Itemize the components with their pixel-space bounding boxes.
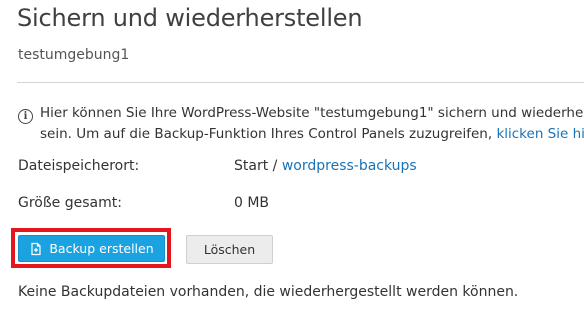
delete-button[interactable]: Löschen: [186, 235, 273, 264]
info-text-2: sein. Um auf die Backup-Funktion Ihres C…: [40, 126, 497, 142]
total-size-label: Größe gesamt:: [18, 195, 122, 211]
total-size-value: 0 MB: [234, 195, 270, 211]
divider: [17, 82, 584, 83]
create-backup-label: Backup erstellen: [49, 241, 154, 256]
info-text-1: Hier können Sie Ihre WordPress-Website "…: [40, 105, 584, 121]
control-panel-link[interactable]: klicken Sie hier: [496, 126, 584, 142]
backup-folder-link[interactable]: wordpress-backups: [282, 158, 417, 174]
info-line-1: i Hier können Sie Ihre WordPress-Website …: [18, 103, 584, 124]
info-line-2: sein. Um auf die Backup-Funktion Ihres C…: [18, 124, 584, 145]
storage-location-label: Dateispeicherort:: [18, 158, 140, 174]
page-title: Sichern und wiederherstellen: [17, 4, 363, 32]
storage-location-value: Start / wordpress-backups: [234, 158, 417, 174]
info-icon: i: [18, 109, 33, 124]
backup-restore-page: Sichern und wiederherstellen testumgebun…: [0, 0, 584, 314]
create-backup-button[interactable]: Backup erstellen: [18, 235, 165, 262]
info-message: i Hier können Sie Ihre WordPress-Website …: [18, 103, 584, 145]
breadcrumb-start: Start /: [234, 158, 282, 174]
site-name: testumgebung1: [18, 47, 130, 63]
empty-state-message: Keine Backupdateien vorhanden, die wiede…: [18, 284, 519, 300]
backup-icon: [31, 242, 41, 255]
